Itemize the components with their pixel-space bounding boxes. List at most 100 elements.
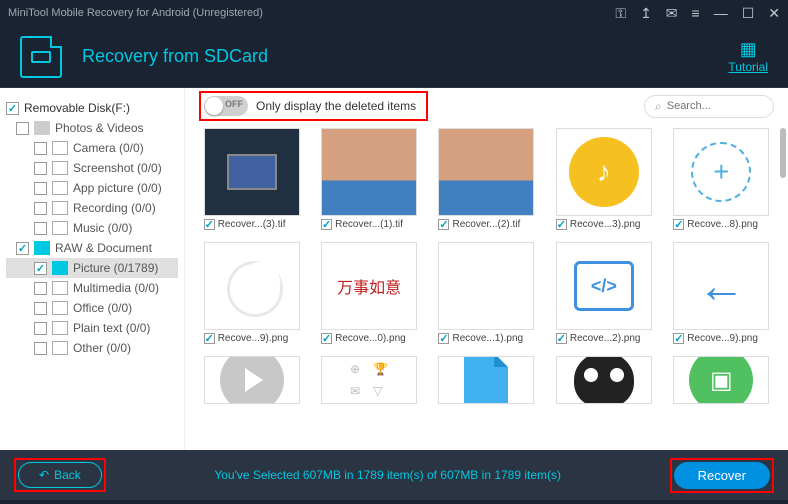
tree-root[interactable]: Removable Disk(F:) (6, 98, 178, 118)
toggle-switch[interactable]: OFF (204, 96, 248, 116)
checkbox[interactable] (34, 202, 47, 215)
tree-label: Photos & Videos (55, 121, 144, 135)
thumbnail[interactable]: Recover...(3).tif (199, 128, 304, 230)
thumb-image (556, 356, 652, 404)
tree-item[interactable]: Plain text (0/0) (6, 318, 178, 338)
checkbox[interactable] (34, 162, 47, 175)
tree-item[interactable]: Office (0/0) (6, 298, 178, 318)
checkbox[interactable] (321, 333, 332, 344)
checkbox[interactable] (34, 302, 47, 315)
checkbox[interactable] (34, 262, 47, 275)
thumb-filename: Recove...9).png (218, 333, 300, 344)
scrollbar[interactable] (780, 128, 786, 178)
thumbnail[interactable]: Recover...(1).tif (316, 128, 421, 230)
checkbox[interactable] (34, 142, 47, 155)
tree-label: App picture (0/0) (73, 181, 162, 195)
item-icon (52, 301, 68, 315)
thumbnail[interactable]: ⊕🏆✉▽ (316, 356, 421, 404)
thumbnail[interactable]: </>Recove...2).png (551, 242, 656, 344)
tree-item[interactable]: Camera (0/0) (6, 138, 178, 158)
checkbox[interactable] (438, 333, 449, 344)
thumbnail[interactable]: Recove...1).png (434, 242, 539, 344)
checkbox[interactable] (6, 102, 19, 115)
thumbnail[interactable]: ▣ (669, 356, 774, 404)
thumb-filename: Recove...0).png (335, 333, 417, 344)
thumb-image (321, 128, 417, 216)
minimize-icon[interactable]: — (714, 5, 728, 21)
checkbox[interactable] (673, 219, 684, 230)
back-button[interactable]: ↶ Back (18, 462, 102, 488)
thumb-image (438, 356, 534, 404)
item-icon (52, 321, 68, 335)
maximize-icon[interactable]: ☐ (742, 5, 755, 22)
thumb-image (438, 128, 534, 216)
footer: ↶ Back You've Selected 607MB in 1789 ite… (0, 450, 788, 500)
toolbar: OFF Only display the deleted items ⌕ (185, 88, 788, 124)
checkbox[interactable] (321, 219, 332, 230)
tree-group[interactable]: Photos & Videos (6, 118, 178, 138)
tree-label: RAW & Document (55, 241, 152, 255)
tree-item[interactable]: App picture (0/0) (6, 178, 178, 198)
page-title: Recovery from SDCard (82, 46, 708, 67)
tree-label: Plain text (0/0) (73, 321, 150, 335)
thumbnail[interactable]: +Recove...8).png (669, 128, 774, 230)
item-icon (52, 221, 68, 235)
tree-label: Recording (0/0) (73, 201, 156, 215)
tree-item[interactable]: Other (0/0) (6, 338, 178, 358)
thumbnail[interactable]: ♪Recove...3).png (551, 128, 656, 230)
thumb-image (438, 242, 534, 330)
checkbox[interactable] (438, 219, 449, 230)
tree-item[interactable]: Multimedia (0/0) (6, 278, 178, 298)
thumbnail[interactable] (434, 356, 539, 404)
search-input[interactable] (667, 100, 763, 112)
upload-icon[interactable]: ↥ (640, 5, 652, 22)
checkbox[interactable] (34, 282, 47, 295)
checkbox[interactable] (16, 122, 29, 135)
recover-button-highlight: Recover (670, 458, 774, 493)
thumb-image: ← (673, 242, 769, 330)
checkbox[interactable] (34, 222, 47, 235)
thumb-filename: Recover...(1).tif (335, 219, 417, 230)
thumbnail[interactable] (551, 356, 656, 404)
key-icon[interactable]: ⚿ (615, 5, 626, 22)
checkbox[interactable] (34, 322, 47, 335)
recover-button[interactable]: Recover (674, 462, 770, 489)
thumbnail[interactable]: 万事如意Recove...0).png (316, 242, 421, 344)
thumbnail[interactable]: ←Recove...9).png (669, 242, 774, 344)
checkbox[interactable] (204, 333, 215, 344)
thumb-image (204, 356, 300, 404)
tutorial-link[interactable]: ▦ Tutorial (728, 39, 768, 74)
checkbox[interactable] (556, 219, 567, 230)
titlebar-controls: ⚿ ↥ ✉ ≡ — ☐ ✕ (615, 5, 780, 22)
tree-item[interactable]: Picture (0/1789) (6, 258, 178, 278)
checkbox[interactable] (34, 182, 47, 195)
main-area: Removable Disk(F:) Photos & Videos Camera… (0, 88, 788, 450)
tree-item[interactable]: Recording (0/0) (6, 198, 178, 218)
tree-item[interactable]: Screenshot (0/0) (6, 158, 178, 178)
checkbox[interactable] (34, 342, 47, 355)
mail-icon[interactable]: ✉ (666, 5, 678, 22)
thumb-filename: Recove...8).png (687, 219, 769, 230)
checkbox[interactable] (673, 333, 684, 344)
tree-label: Office (0/0) (73, 301, 132, 315)
content: OFF Only display the deleted items ⌕ Rec… (185, 88, 788, 450)
tree-label: Removable Disk(F:) (24, 101, 130, 115)
tree-item[interactable]: Music (0/0) (6, 218, 178, 238)
search-box[interactable]: ⌕ (644, 95, 774, 118)
thumbnail[interactable]: Recove...9).png (199, 242, 304, 344)
thumb-image: ⊕🏆✉▽ (321, 356, 417, 404)
menu-icon[interactable]: ≡ (692, 5, 700, 21)
thumbnail[interactable] (199, 356, 304, 404)
tree-label: Camera (0/0) (73, 141, 144, 155)
checkbox[interactable] (556, 333, 567, 344)
tree-label: Other (0/0) (73, 341, 131, 355)
tree-label: Multimedia (0/0) (73, 281, 159, 295)
tree-group[interactable]: RAW & Document (6, 238, 178, 258)
thumb-filename: Recove...1).png (452, 333, 534, 344)
thumbnail[interactable]: Recover...(2).tif (434, 128, 539, 230)
folder-icon (34, 121, 50, 135)
checkbox[interactable] (204, 219, 215, 230)
close-icon[interactable]: ✕ (768, 5, 780, 22)
search-icon: ⌕ (655, 99, 662, 114)
checkbox[interactable] (16, 242, 29, 255)
